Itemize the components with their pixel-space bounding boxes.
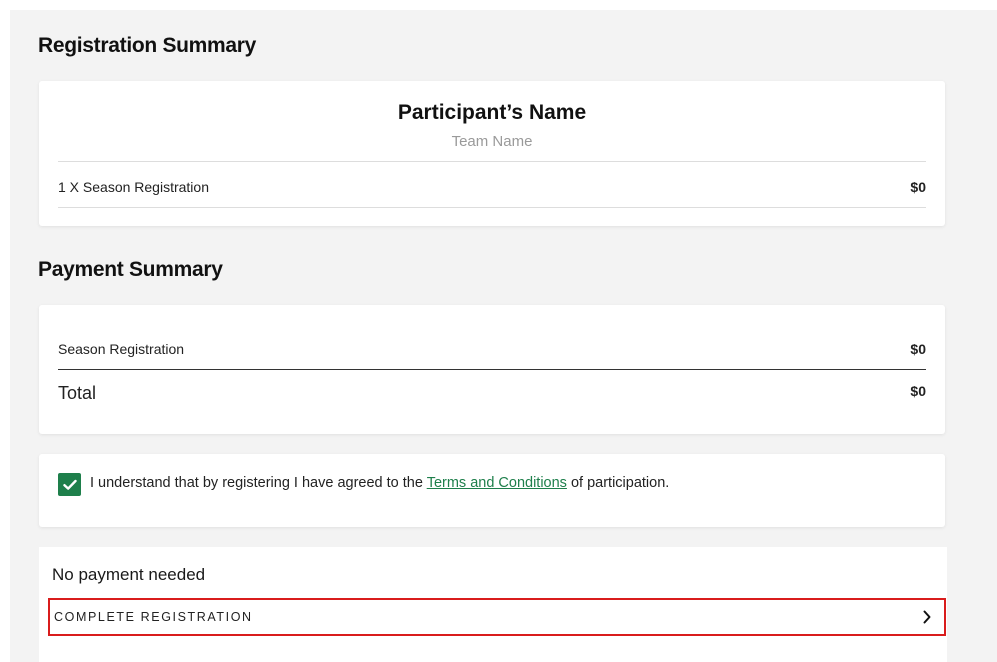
payment-item-label: Season Registration	[58, 341, 185, 357]
registration-summary-title: Registration Summary	[38, 34, 257, 57]
terms-and-conditions-link[interactable]: Terms and Conditions	[427, 475, 567, 491]
complete-registration-button[interactable]: COMPLETE REGISTRATION	[48, 598, 946, 636]
agreement-text-after: of participation.	[566, 475, 670, 491]
team-name: Team Name	[451, 133, 533, 150]
registration-page: Registration Summary Participant’s Name …	[10, 10, 997, 662]
divider	[58, 161, 926, 162]
agreement-card: I understand that by registering I have …	[39, 454, 945, 527]
line-item-label: 1 X Season Registration	[58, 179, 209, 195]
registration-summary-card: Participant’s Name Team Name 1 X Season …	[39, 81, 945, 226]
payment-summary-title: Payment Summary	[38, 258, 223, 281]
total-label: Total	[58, 383, 97, 403]
agreement-text: I understand that by registering I have …	[90, 475, 669, 491]
line-item-price: $0	[910, 179, 926, 195]
payment-action-box: No payment needed COMPLETE REGISTRATION	[39, 547, 947, 662]
total-price: $0	[910, 383, 926, 399]
complete-registration-label: COMPLETE REGISTRATION	[54, 610, 253, 624]
chevron-right-icon	[923, 610, 931, 624]
check-icon	[62, 479, 77, 490]
terms-checkbox[interactable]	[58, 473, 81, 496]
payment-item-price: $0	[910, 341, 926, 357]
participant-name: Participant’s Name	[397, 101, 587, 124]
agreement-text-before: I understand that by registering I have …	[90, 475, 427, 491]
payment-summary-card: Season Registration $0 Total $0	[39, 305, 945, 434]
divider	[58, 207, 926, 208]
total-divider	[58, 369, 926, 370]
payment-status-text: No payment needed	[52, 565, 206, 584]
